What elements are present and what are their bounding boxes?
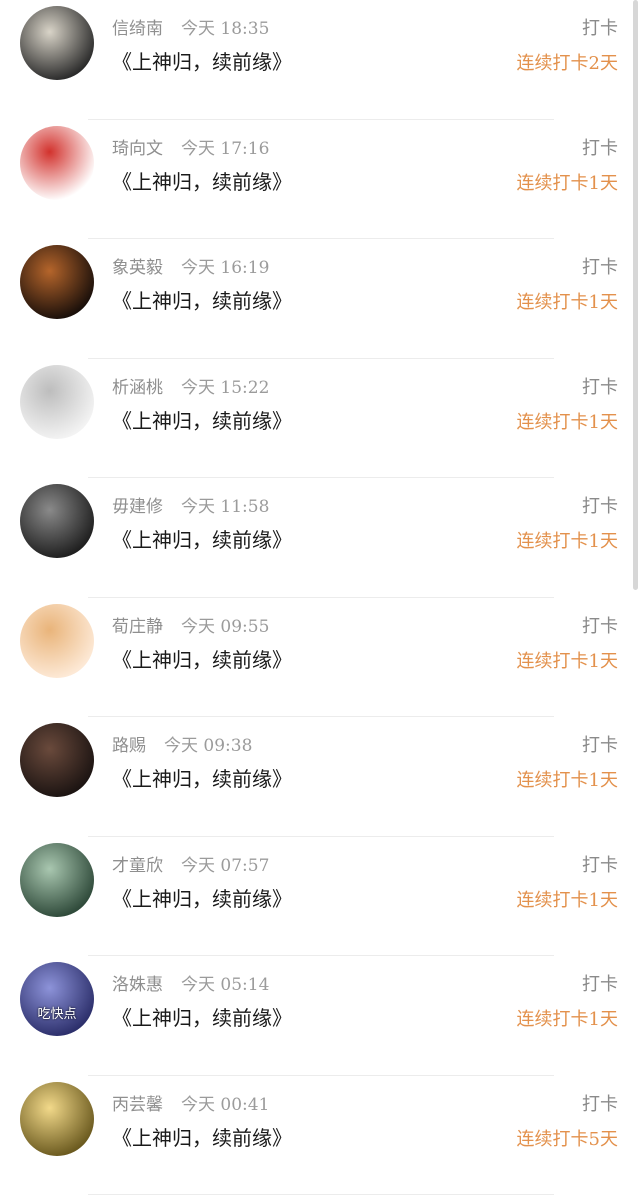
avatar-image xyxy=(20,843,94,917)
avatar[interactable] xyxy=(20,723,94,797)
avatar[interactable] xyxy=(20,126,94,200)
list-item[interactable]: 信绮南今天 18:35 《上神归，续前缘》 打卡 连续打卡2天 xyxy=(0,0,640,120)
book-title[interactable]: 《上神归，续前缘》 xyxy=(112,644,292,673)
entry-meta: 荀庄静今天 09:55 xyxy=(112,612,269,637)
streak-label: 连续打卡2天 xyxy=(517,49,618,75)
book-title[interactable]: 《上神归，续前缘》 xyxy=(112,1122,292,1151)
streak-label: 连续打卡1天 xyxy=(517,766,618,792)
post-time: 今天 18:35 xyxy=(181,19,269,39)
checkin-tag: 打卡 xyxy=(582,373,618,399)
book-title[interactable]: 《上神归，续前缘》 xyxy=(112,883,292,912)
avatar[interactable] xyxy=(20,365,94,439)
avatar-image xyxy=(20,365,94,439)
list-item[interactable]: 毋建修今天 11:58 《上神归，续前缘》 打卡 连续打卡1天 xyxy=(0,478,640,598)
entry-meta: 毋建修今天 11:58 xyxy=(112,492,269,517)
checkin-tag: 打卡 xyxy=(582,253,618,279)
post-time: 今天 05:14 xyxy=(181,975,269,995)
avatar[interactable] xyxy=(20,604,94,678)
checkin-tag: 打卡 xyxy=(582,731,618,757)
book-title[interactable]: 《上神归，续前缘》 xyxy=(112,166,292,195)
post-time: 今天 11:58 xyxy=(181,497,269,517)
checkin-tag: 打卡 xyxy=(582,1090,618,1116)
avatar[interactable] xyxy=(20,484,94,558)
post-time: 今天 15:22 xyxy=(181,378,269,398)
entry-meta: 象英毅今天 16:19 xyxy=(112,253,269,278)
post-time: 今天 09:38 xyxy=(164,736,252,756)
list-item[interactable]: 才童欣今天 07:57 《上神归，续前缘》 打卡 连续打卡1天 xyxy=(0,837,640,957)
list-item[interactable]: 吃快点 洛姝惠今天 05:14 《上神归，续前缘》 打卡 连续打卡1天 xyxy=(0,956,640,1076)
list-item[interactable]: 路赐今天 09:38 《上神归，续前缘》 打卡 连续打卡1天 xyxy=(0,717,640,837)
list-item[interactable]: 荀庄静今天 09:55 《上神归，续前缘》 打卡 连续打卡1天 xyxy=(0,598,640,718)
book-title[interactable]: 《上神归，续前缘》 xyxy=(112,1002,292,1031)
streak-label: 连续打卡1天 xyxy=(517,169,618,195)
book-title[interactable]: 《上神归，续前缘》 xyxy=(112,405,292,434)
list-item[interactable]: 丙芸馨今天 00:41 《上神归，续前缘》 打卡 连续打卡5天 xyxy=(0,1076,640,1195)
avatar[interactable] xyxy=(20,1082,94,1156)
avatar-image xyxy=(20,484,94,558)
post-time: 今天 17:16 xyxy=(181,139,269,159)
avatar[interactable]: 吃快点 xyxy=(20,962,94,1036)
avatar[interactable] xyxy=(20,245,94,319)
list-item[interactable]: 析涵桃今天 15:22 《上神归，续前缘》 打卡 连续打卡1天 xyxy=(0,359,640,479)
streak-label: 连续打卡1天 xyxy=(517,288,618,314)
checkin-tag: 打卡 xyxy=(582,492,618,518)
book-title[interactable]: 《上神归，续前缘》 xyxy=(112,763,292,792)
avatar-image xyxy=(20,126,94,200)
avatar-image xyxy=(20,723,94,797)
entry-meta: 路赐今天 09:38 xyxy=(112,731,252,756)
entry-meta: 信绮南今天 18:35 xyxy=(112,14,269,39)
list-item[interactable]: 象英毅今天 16:19 《上神归，续前缘》 打卡 连续打卡1天 xyxy=(0,239,640,359)
checkin-tag: 打卡 xyxy=(582,134,618,160)
post-time: 今天 09:55 xyxy=(181,617,269,637)
post-time: 今天 00:41 xyxy=(181,1095,269,1115)
list-item[interactable]: 琦向文今天 17:16 《上神归，续前缘》 打卡 连续打卡1天 xyxy=(0,120,640,240)
post-time: 今天 07:57 xyxy=(181,856,269,876)
avatar-image xyxy=(20,962,94,1036)
streak-label: 连续打卡1天 xyxy=(517,408,618,434)
user-name[interactable]: 路赐 xyxy=(112,736,146,756)
streak-label: 连续打卡1天 xyxy=(517,1005,618,1031)
avatar[interactable] xyxy=(20,6,94,80)
checkin-tag: 打卡 xyxy=(582,612,618,638)
avatar[interactable] xyxy=(20,843,94,917)
avatar-image xyxy=(20,245,94,319)
entry-meta: 才童欣今天 07:57 xyxy=(112,851,269,876)
book-title[interactable]: 《上神归，续前缘》 xyxy=(112,285,292,314)
user-name[interactable]: 洛姝惠 xyxy=(112,975,163,995)
post-time: 今天 16:19 xyxy=(181,258,269,278)
book-title[interactable]: 《上神归，续前缘》 xyxy=(112,524,292,553)
streak-label: 连续打卡5天 xyxy=(517,1125,618,1151)
entry-meta: 琦向文今天 17:16 xyxy=(112,134,269,159)
book-title[interactable]: 《上神归，续前缘》 xyxy=(112,46,292,75)
avatar-image xyxy=(20,1082,94,1156)
scrollbar[interactable] xyxy=(633,0,638,590)
streak-label: 连续打卡1天 xyxy=(517,527,618,553)
streak-label: 连续打卡1天 xyxy=(517,647,618,673)
entry-meta: 丙芸馨今天 00:41 xyxy=(112,1090,269,1115)
avatar-image xyxy=(20,604,94,678)
checkin-tag: 打卡 xyxy=(582,851,618,877)
checkin-tag: 打卡 xyxy=(582,970,618,996)
avatar-image xyxy=(20,6,94,80)
avatar-text: 吃快点 xyxy=(20,1003,94,1022)
checkin-list: 信绮南今天 18:35 《上神归，续前缘》 打卡 连续打卡2天 琦向文今天 17… xyxy=(0,0,640,1195)
entry-meta: 析涵桃今天 15:22 xyxy=(112,373,269,398)
streak-label: 连续打卡1天 xyxy=(517,886,618,912)
user-name[interactable]: 毋建修 xyxy=(112,497,163,517)
entry-meta: 洛姝惠今天 05:14 xyxy=(112,970,269,995)
user-name[interactable]: 琦向文 xyxy=(112,139,163,159)
user-name[interactable]: 荀庄静 xyxy=(112,617,163,637)
user-name[interactable]: 丙芸馨 xyxy=(112,1095,163,1115)
user-name[interactable]: 才童欣 xyxy=(112,856,163,876)
user-name[interactable]: 析涵桃 xyxy=(112,378,163,398)
user-name[interactable]: 象英毅 xyxy=(112,258,163,278)
user-name[interactable]: 信绮南 xyxy=(112,19,163,39)
checkin-tag: 打卡 xyxy=(582,14,618,40)
